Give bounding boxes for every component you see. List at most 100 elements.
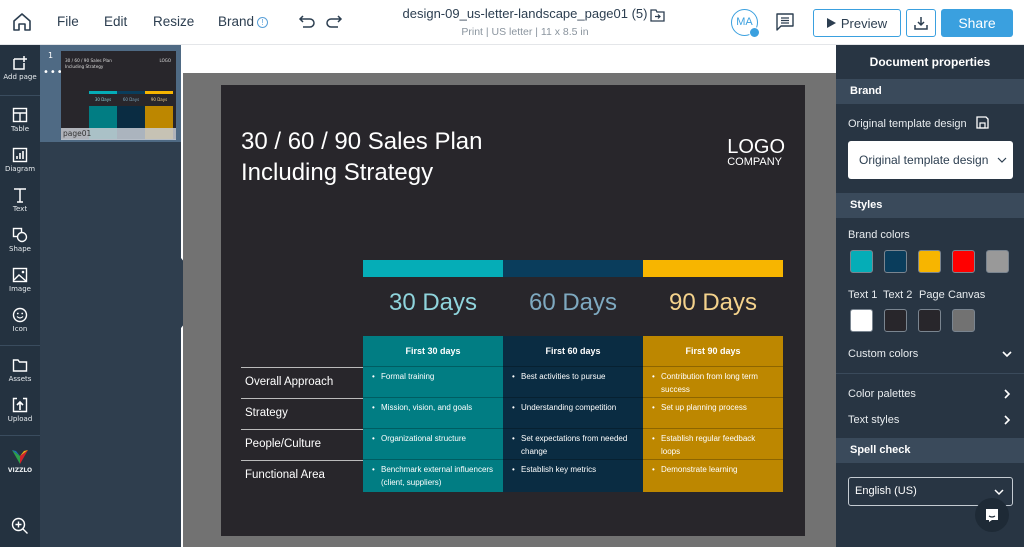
slide-title-line1: 30 / 60 / 90 Sales Plan: [241, 128, 483, 155]
table-cell[interactable]: Contribution from long term success: [643, 366, 783, 397]
row-label[interactable]: Functional Area: [241, 460, 363, 491]
page-thumbnail-item[interactable]: 1 ••• 30 / 60 / 90 Sales Plan Including S…: [40, 45, 181, 142]
page-color-label: Page: [919, 289, 945, 301]
brand-color-swatch[interactable]: [918, 250, 941, 273]
redo-icon[interactable]: [325, 13, 343, 29]
column-header[interactable]: First 60 days: [503, 336, 643, 366]
text-color-swatch[interactable]: [850, 309, 873, 332]
upload-label: Upload: [7, 415, 33, 423]
color-palettes-link[interactable]: Color palettes: [848, 388, 916, 400]
chevron-right-icon[interactable]: [1002, 415, 1012, 425]
divider: [0, 95, 40, 96]
table-cell[interactable]: Mission, vision, and goals: [363, 397, 503, 428]
vizzlo-logo-icon: [12, 450, 28, 464]
table-cell[interactable]: Formal training: [363, 366, 503, 397]
chat-icon: [986, 509, 998, 522]
menu-file[interactable]: File: [57, 14, 79, 29]
canvas-ruler: [183, 45, 836, 73]
user-avatar[interactable]: MA: [731, 9, 760, 38]
column-days-heading[interactable]: 60 Days: [503, 289, 643, 317]
template-select[interactable]: Original template design: [848, 141, 1013, 179]
table-cell[interactable]: Understanding competition: [503, 397, 643, 428]
slide-title[interactable]: 30 / 60 / 90 Sales Plan Including Strateg…: [241, 126, 483, 188]
table-cell[interactable]: Establish key metrics: [503, 459, 643, 492]
text-color-swatch[interactable]: [918, 309, 941, 332]
table-button[interactable]: Table: [0, 107, 40, 133]
chat-support-button[interactable]: [975, 498, 1009, 532]
menu-edit[interactable]: Edit: [104, 14, 127, 29]
column-header[interactable]: First 30 days: [363, 336, 503, 366]
thumb-title-line1: 30 / 60 / 90 Sales Plan: [65, 58, 112, 63]
menu-resize[interactable]: Resize: [153, 14, 194, 29]
table-cell[interactable]: Best activities to pursue: [503, 366, 643, 397]
company-logo[interactable]: LOGO COMPANY: [727, 137, 785, 168]
page-number: 1: [48, 51, 54, 60]
undo-icon[interactable]: [298, 13, 316, 29]
download-button[interactable]: [906, 9, 936, 37]
column-days-heading[interactable]: 30 Days: [363, 289, 503, 317]
text-label: Text: [12, 205, 28, 213]
column-color-bar: [503, 260, 643, 277]
table-cell[interactable]: Set expectations from needed change: [503, 428, 643, 459]
column-days-heading[interactable]: 90 Days: [643, 289, 783, 317]
smiley-icon: [12, 307, 28, 323]
image-button[interactable]: Image: [0, 267, 40, 293]
assets-button[interactable]: Assets: [0, 357, 40, 383]
thumb-days: 60 Days: [122, 97, 140, 102]
shape-icon: [12, 227, 28, 243]
table-cell[interactable]: Establish regular feedback loops: [643, 428, 783, 459]
chevron-down-icon[interactable]: [1002, 349, 1012, 359]
column-header[interactable]: First 90 days: [643, 336, 783, 366]
slide-page[interactable]: 30 / 60 / 90 Sales Plan Including Strateg…: [221, 85, 805, 536]
document-subtitle: Print | US letter | 11 x 8.5 in: [461, 26, 589, 38]
preview-button[interactable]: Preview: [813, 9, 901, 37]
zoom-button[interactable]: [0, 517, 40, 535]
panel-title: Document properties: [869, 55, 991, 69]
text-color-swatch[interactable]: [952, 309, 975, 332]
document-title[interactable]: design-09_us-letter-landscape_page01 (5): [400, 6, 650, 21]
move-to-folder-icon[interactable]: [650, 8, 665, 22]
divider: [0, 345, 40, 346]
add-page-icon: [13, 56, 27, 70]
comment-icon[interactable]: [775, 12, 795, 31]
page-thumbnail[interactable]: 30 / 60 / 90 Sales Plan Including Strateg…: [61, 51, 176, 139]
lock-icon: [749, 27, 760, 38]
table-cell[interactable]: Organizational structure: [363, 428, 503, 459]
vizzlo-logo[interactable]: VIZZLO: [0, 449, 40, 474]
home-icon[interactable]: [11, 11, 33, 33]
thumb-days: 30 Days: [94, 97, 112, 102]
brand-color-swatch[interactable]: [850, 250, 873, 273]
brand-colors-label: Brand colors: [848, 229, 910, 241]
diagram-button[interactable]: Diagram: [0, 147, 40, 173]
brand-color-swatch[interactable]: [952, 250, 975, 273]
thumb-bar: [117, 91, 145, 94]
text-button[interactable]: Text: [0, 187, 40, 213]
add-page-button[interactable]: Add page: [0, 55, 40, 81]
chevron-right-icon[interactable]: [1002, 389, 1012, 399]
text-styles-link[interactable]: Text styles: [848, 414, 899, 426]
table-cell[interactable]: Benchmark external influencers (client, …: [363, 459, 503, 492]
brand-color-swatch[interactable]: [986, 250, 1009, 273]
document-properties-panel: Document properties Brand Original templ…: [836, 45, 1024, 547]
menu-brand[interactable]: Brand!: [218, 14, 269, 29]
table-cell[interactable]: Demonstrate learning: [643, 459, 783, 492]
play-icon: [826, 18, 836, 28]
diagram-label: Diagram: [4, 165, 36, 173]
text-color-swatch[interactable]: [884, 309, 907, 332]
thumb-logo: LOGO: [159, 58, 171, 63]
column-body: Best activities to pursueUnderstanding c…: [503, 366, 643, 492]
avatar-initials: MA: [736, 16, 753, 28]
image-icon: [12, 267, 28, 283]
share-button[interactable]: Share: [941, 9, 1013, 37]
row-label[interactable]: Overall Approach: [241, 367, 363, 398]
upload-button[interactable]: Upload: [0, 397, 40, 423]
brand-color-swatch[interactable]: [884, 250, 907, 273]
row-label[interactable]: Strategy: [241, 398, 363, 429]
row-label[interactable]: People/Culture: [241, 429, 363, 460]
shape-button[interactable]: Shape: [0, 227, 40, 253]
icon-button[interactable]: Icon: [0, 307, 40, 333]
preview-label: Preview: [840, 15, 888, 31]
table-cell[interactable]: Set up planning process: [643, 397, 783, 428]
custom-colors-toggle[interactable]: Custom colors: [848, 348, 918, 360]
save-icon[interactable]: [976, 116, 989, 129]
